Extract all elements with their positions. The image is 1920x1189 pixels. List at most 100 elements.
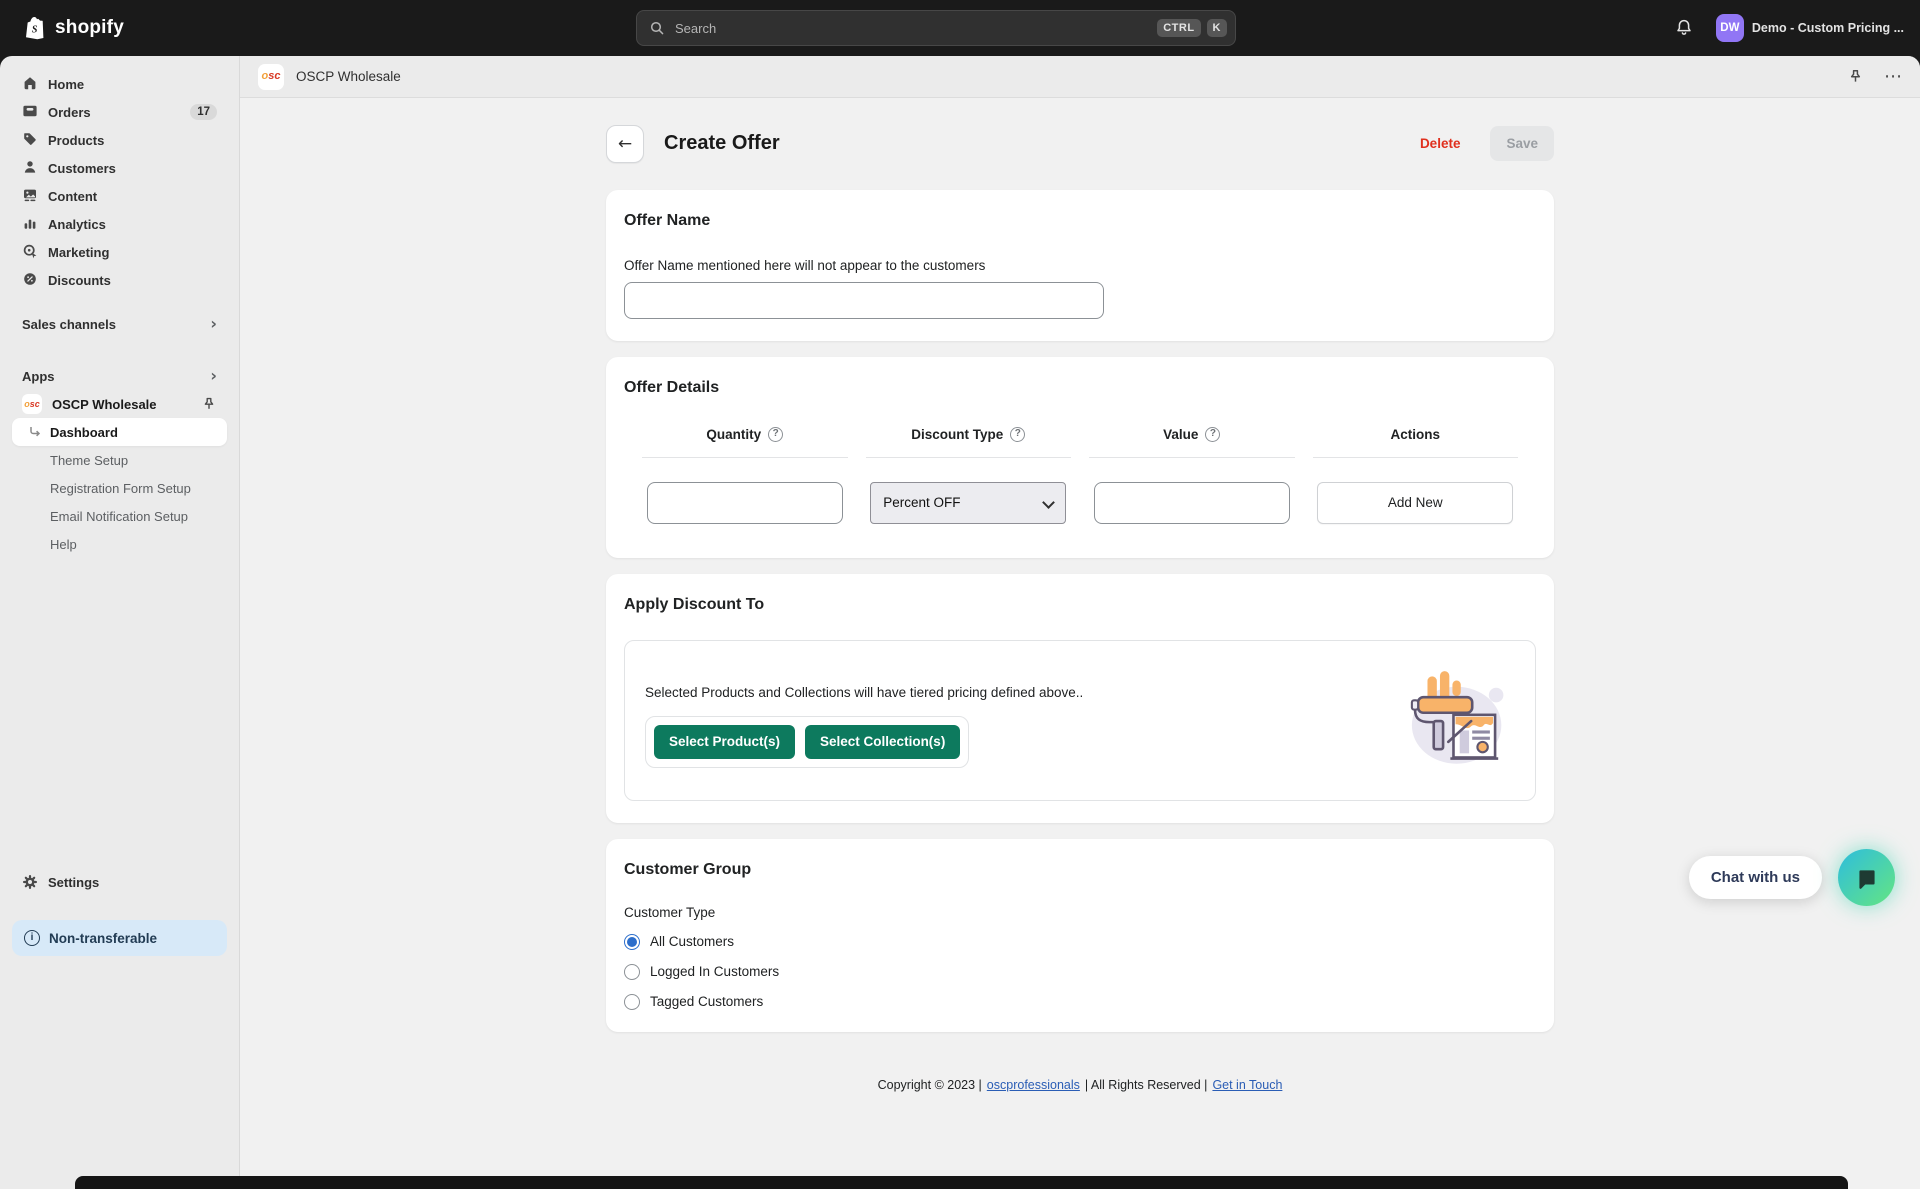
offer-name-field-label: Offer Name mentioned here will not appea… [624, 258, 1536, 273]
sidebar-section-apps[interactable]: Apps › [12, 362, 227, 390]
sidebar-item-products[interactable]: Products [12, 126, 227, 154]
radio-label: Tagged Customers [650, 994, 763, 1009]
radio-button[interactable] [624, 934, 640, 950]
offer-name-title: Offer Name [624, 212, 1536, 230]
user-menu[interactable]: DW Demo - Custom Pricing ... [1716, 14, 1904, 42]
search-input[interactable] [673, 20, 1151, 37]
chat-bubble-icon [1854, 865, 1880, 891]
get-in-touch-link[interactable]: Get in Touch [1212, 1078, 1282, 1092]
sidebar-item-home[interactable]: Home [12, 70, 227, 98]
sidebar-item-label: Registration Form Setup [50, 481, 191, 496]
sidebar-item-label: Help [50, 537, 77, 552]
svg-text:S: S [32, 24, 38, 35]
help-icon[interactable]: ? [768, 427, 783, 442]
sidebar-item-theme-setup[interactable]: Theme Setup [12, 446, 227, 474]
chat-launcher-button[interactable] [1838, 849, 1895, 906]
radio-logged-in-customers[interactable]: Logged In Customers [624, 964, 1536, 980]
shopify-logo[interactable]: S shopify [0, 16, 124, 40]
sidebar-bottom: Settings i Non-transferable [12, 868, 227, 956]
home-icon [22, 75, 38, 94]
orders-icon [22, 103, 38, 122]
plan-badge[interactable]: i Non-transferable [12, 920, 227, 956]
radio-button[interactable] [624, 994, 640, 1010]
section-label: Sales channels [22, 317, 116, 332]
radio-all-customers[interactable]: All Customers [624, 934, 1536, 950]
orders-count-badge: 17 [190, 104, 217, 120]
apply-discount-box: Selected Products and Collections will h… [624, 640, 1536, 801]
topbar-right: DW Demo - Custom Pricing ... [1668, 0, 1904, 56]
pin-icon[interactable] [201, 396, 217, 412]
sidebar-item-oscp-wholesale[interactable]: osc OSCP Wholesale [12, 390, 227, 418]
radio-button[interactable] [624, 964, 640, 980]
info-icon: i [24, 930, 40, 946]
media-icon [22, 187, 38, 206]
sidebar-item-registration-form-setup[interactable]: Registration Form Setup [12, 474, 227, 502]
sidebar-item-content[interactable]: Content [12, 182, 227, 210]
help-icon[interactable]: ? [1205, 427, 1220, 442]
app-header-title: OSCP Wholesale [296, 69, 401, 84]
radio-tagged-customers[interactable]: Tagged Customers [624, 994, 1536, 1010]
sidebar-item-discounts[interactable]: Discounts [12, 266, 227, 294]
sidebar-item-dashboard[interactable]: Dashboard [12, 418, 227, 446]
topbar: S shopify CTRL K [0, 0, 1920, 56]
rights-text: | All Rights Reserved | [1085, 1078, 1208, 1092]
more-actions-icon[interactable]: ⋯ [1884, 68, 1902, 86]
workspace: Home Orders 17 Products Customers Conten… [0, 56, 1920, 1189]
bar-chart-icon [22, 215, 38, 234]
offer-details-title: Offer Details [624, 379, 1536, 397]
oscp-app-icon: osc [258, 64, 284, 90]
sidebar-item-customers[interactable]: Customers [12, 154, 227, 182]
add-new-button[interactable]: Add New [1317, 482, 1513, 524]
offer-name-input[interactable] [624, 282, 1104, 319]
shopify-admin: S shopify CTRL K [0, 0, 1920, 56]
offer-details-table: Quantity ? Discount Type ? Value ? [624, 427, 1536, 536]
sidebar: Home Orders 17 Products Customers Conten… [0, 56, 240, 1189]
bottom-edge-bar [75, 1176, 1848, 1189]
shopify-wordmark: shopify [55, 17, 124, 39]
sidebar-item-label: Analytics [48, 217, 106, 232]
back-button[interactable]: ← [606, 125, 644, 163]
delete-button[interactable]: Delete [1414, 135, 1467, 152]
pin-icon[interactable] [1847, 68, 1864, 85]
column-header-actions: Actions [1313, 427, 1519, 458]
sidebar-item-analytics[interactable]: Analytics [12, 210, 227, 238]
apply-discount-title: Apply Discount To [624, 596, 1536, 614]
kbd-ctrl: CTRL [1157, 19, 1200, 37]
discount-icon [22, 271, 38, 290]
sidebar-section-sales-channels[interactable]: Sales channels › [12, 310, 227, 338]
chevron-right-icon: › [210, 316, 217, 332]
sidebar-item-label: Customers [48, 161, 116, 176]
sidebar-item-email-notification-setup[interactable]: Email Notification Setup [12, 502, 227, 530]
select-collections-button[interactable]: Select Collection(s) [805, 725, 960, 759]
help-icon[interactable]: ? [1010, 427, 1025, 442]
sidebar-item-label: Home [48, 77, 84, 92]
column-header-discount-type: Discount Type ? [866, 427, 1072, 458]
page-actions: Delete Save [1414, 126, 1554, 161]
notifications-button[interactable] [1668, 17, 1700, 39]
sidebar-item-marketing[interactable]: Marketing [12, 238, 227, 266]
main-area: osc OSCP Wholesale ⋯ ← Create Offer [240, 56, 1920, 1189]
value-input[interactable] [1094, 482, 1290, 524]
radio-label: All Customers [650, 934, 734, 949]
global-search[interactable]: CTRL K [636, 10, 1236, 46]
section-label: Apps [22, 369, 55, 384]
sidebar-item-settings[interactable]: Settings [12, 868, 227, 896]
sidebar-item-label: Email Notification Setup [50, 509, 188, 524]
paint-roller-illustration [1399, 667, 1509, 776]
oscp-app-icon: osc [22, 394, 42, 414]
page-title: Create Offer [664, 132, 780, 155]
sidebar-item-label: Orders [48, 105, 91, 120]
tag-icon [22, 131, 38, 150]
quantity-input[interactable] [647, 482, 843, 524]
person-icon [22, 159, 38, 178]
discount-type-select[interactable]: Percent OFF [870, 482, 1066, 524]
kbd-k: K [1207, 19, 1227, 37]
page-footer: Copyright © 2023 | oscprofessionals | Al… [606, 1078, 1554, 1092]
select-products-button[interactable]: Select Product(s) [654, 725, 795, 759]
chat-with-us-label[interactable]: Chat with us [1689, 856, 1822, 899]
company-link[interactable]: oscprofessionals [987, 1078, 1080, 1092]
sidebar-item-orders[interactable]: Orders 17 [12, 98, 227, 126]
sidebar-item-label: Products [48, 133, 104, 148]
save-button[interactable]: Save [1490, 126, 1554, 161]
sidebar-item-help[interactable]: Help [12, 530, 227, 558]
